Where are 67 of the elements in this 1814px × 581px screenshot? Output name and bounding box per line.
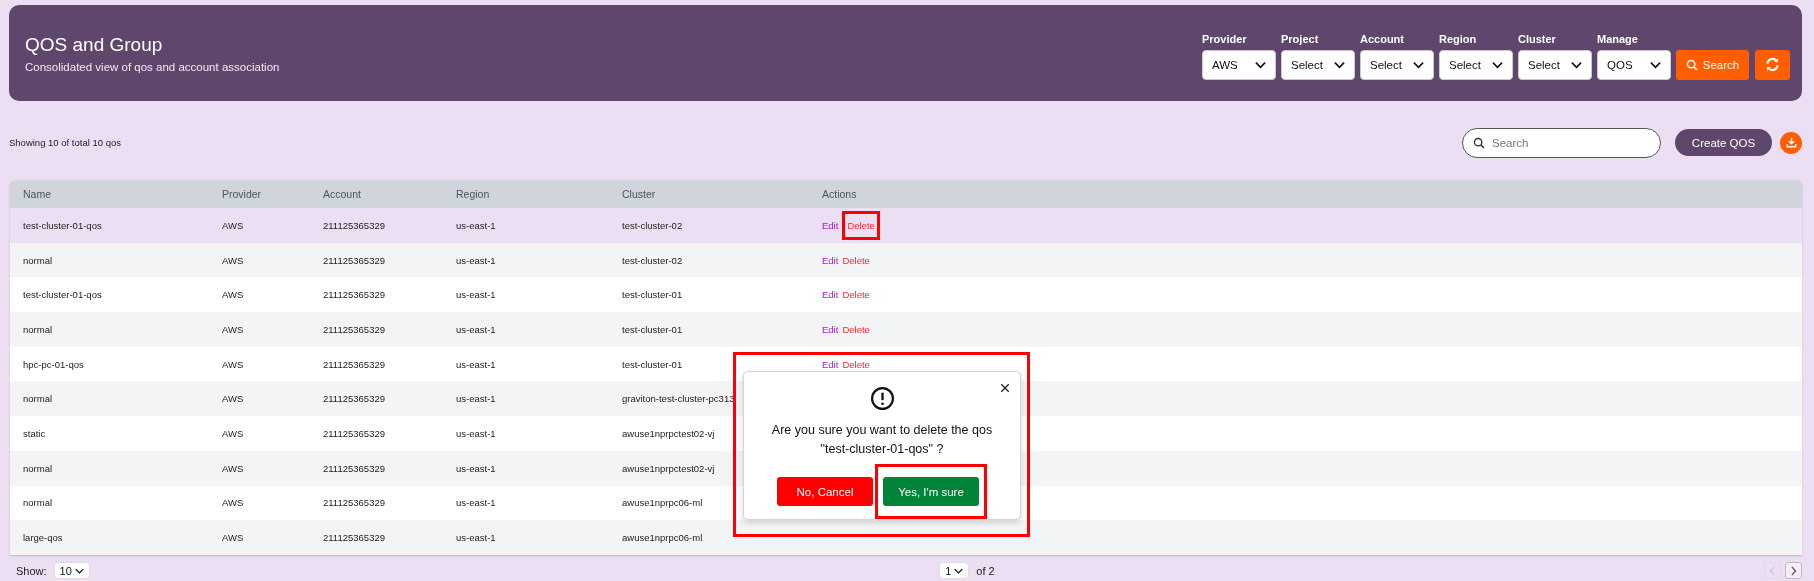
table-cell: awuse1nprpc06-ml: [622, 532, 703, 544]
filter-label: Account: [1360, 32, 1405, 45]
table-cell: 211125365329: [323, 462, 385, 474]
table-cell: AWS: [222, 427, 244, 439]
table-cell: us-east-1: [456, 254, 496, 266]
results-summary: Showing 10 of total 10 qos: [9, 137, 121, 148]
table-cell: static: [23, 427, 46, 439]
table-cell: test-cluster-01-qos: [23, 289, 102, 301]
table-cell: test-cluster-02: [622, 219, 683, 231]
table-cell: normal: [23, 497, 53, 509]
table-cell: 211125365329: [323, 358, 385, 370]
table-cell: awuse1nprpctest02-vj: [622, 427, 715, 439]
table-cell: AWS: [222, 358, 244, 370]
column-header: Account: [323, 188, 361, 200]
page-subtitle: Consolidated view of qos and account association: [25, 60, 280, 73]
table-cell: us-east-1: [456, 462, 496, 474]
table-cell: 211125365329: [323, 254, 385, 266]
table-cell: AWS: [222, 219, 244, 231]
table-cell: AWS: [222, 497, 244, 509]
filter-label: Cluster: [1518, 32, 1557, 45]
table-cell: us-east-1: [456, 323, 496, 335]
table-cell: graviton-test-cluster-pc313: [622, 393, 735, 405]
table-cell: us-east-1: [456, 497, 496, 509]
filter-label: Provider: [1202, 32, 1248, 45]
column-header: Cluster: [622, 188, 656, 200]
table-cell: normal: [23, 323, 53, 335]
filter-label: Region: [1439, 32, 1478, 45]
table-cell: us-east-1: [456, 358, 496, 370]
table-cell: 211125365329: [323, 532, 385, 544]
table-cell: us-east-1: [456, 393, 496, 405]
table-cell: test-cluster-01: [622, 289, 683, 301]
table-cell: normal: [23, 254, 53, 266]
table-cell: AWS: [222, 254, 244, 266]
table-cell: 211125365329: [323, 219, 385, 231]
table-cell: us-east-1: [456, 219, 496, 231]
column-header: Name: [23, 188, 51, 200]
table-cell: us-east-1: [456, 289, 496, 301]
table-cell: 211125365329: [323, 427, 385, 439]
column-header: Provider: [222, 188, 262, 200]
table-cell: 211125365329: [323, 497, 385, 509]
table-cell: normal: [23, 393, 53, 405]
table-cell: 211125365329: [323, 393, 385, 405]
table-cell: AWS: [222, 289, 244, 301]
table-cell: us-east-1: [456, 532, 496, 544]
table-cell: test-cluster-01: [622, 358, 683, 370]
column-header: Region: [456, 188, 490, 200]
page-count: of 2: [976, 564, 995, 577]
table-cell: us-east-1: [456, 427, 496, 439]
filter-label: Project: [1281, 32, 1320, 45]
table-cell: 211125365329: [323, 323, 385, 335]
filter-label: Manage: [1597, 32, 1639, 45]
table-cell: awuse1nprpc06-ml: [622, 497, 703, 509]
table-cell: 211125365329: [323, 289, 385, 301]
table-cell: AWS: [222, 462, 244, 474]
table-cell: hpc-pc-01-qos: [23, 358, 84, 370]
page-title: QOS and Group: [25, 33, 164, 56]
table-cell: AWS: [222, 393, 244, 405]
table-cell: AWS: [222, 532, 244, 544]
table-cell: awuse1nprpctest02-vj: [622, 462, 715, 474]
table-cell: large-qos: [23, 532, 63, 544]
page-size-label: Show:: [16, 564, 47, 577]
table-cell: test-cluster-02: [622, 254, 683, 266]
table-cell: normal: [23, 462, 53, 474]
table-cell: test-cluster-01: [622, 323, 683, 335]
table-cell: test-cluster-01-qos: [23, 219, 102, 231]
table-cell: AWS: [222, 323, 244, 335]
column-header: Actions: [822, 188, 857, 200]
